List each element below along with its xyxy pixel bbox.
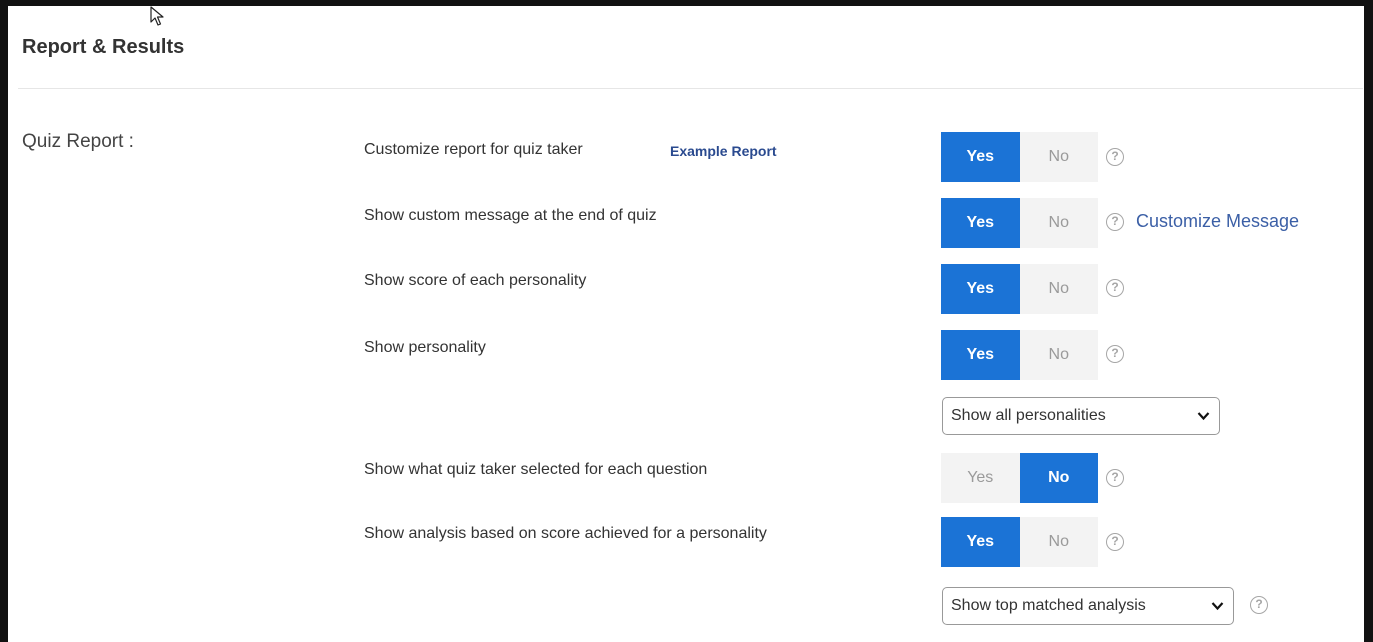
toggle-no-button[interactable]: No	[1019, 453, 1098, 503]
toggle-yes-button[interactable]: Yes	[941, 198, 1020, 248]
question-circle-icon[interactable]: ?	[1106, 469, 1124, 487]
setting-label-customize-report: Customize report for quiz taker	[364, 141, 583, 158]
customize-message-link[interactable]: Customize Message	[1136, 211, 1299, 232]
setting-label-score-each-personality: Show score of each personality	[364, 272, 587, 289]
section-title: Report & Results	[22, 36, 185, 58]
toggle-no-button[interactable]: No	[1019, 330, 1098, 380]
setting-label-show-personality: Show personality	[364, 339, 486, 356]
question-circle-icon[interactable]: ?	[1106, 148, 1124, 166]
select-value: Show top matched analysis	[951, 597, 1146, 614]
toggle-no-button[interactable]: No	[1019, 264, 1098, 314]
analysis-display-select[interactable]: Show top matched analysis	[942, 587, 1234, 625]
question-circle-icon[interactable]: ?	[1106, 345, 1124, 363]
chevron-down-icon	[1211, 602, 1224, 611]
window-frame	[0, 0, 1373, 642]
mouse-cursor-icon	[150, 6, 164, 26]
toggle-no-button[interactable]: No	[1019, 517, 1098, 567]
toggle-yes-button[interactable]: Yes	[941, 330, 1020, 380]
example-report-link[interactable]: Example Report	[670, 143, 777, 159]
setting-label-custom-message: Show custom message at the end of quiz	[364, 207, 657, 224]
quiz-report-label: Quiz Report :	[22, 131, 134, 152]
toggle-yes-button[interactable]: Yes	[941, 517, 1020, 567]
toggle-analysis-by-score[interactable]: Yes No	[941, 517, 1098, 567]
chevron-down-icon	[1197, 412, 1210, 421]
toggle-custom-message[interactable]: Yes No	[941, 198, 1098, 248]
toggle-no-button[interactable]: No	[1019, 132, 1098, 182]
toggle-yes-button[interactable]: Yes	[941, 132, 1020, 182]
toggle-quiz-taker-selections[interactable]: Yes No	[941, 453, 1098, 503]
question-circle-icon[interactable]: ?	[1250, 596, 1268, 614]
toggle-score-each-personality[interactable]: Yes No	[941, 264, 1098, 314]
question-circle-icon[interactable]: ?	[1106, 279, 1124, 297]
setting-label-analysis-by-score: Show analysis based on score achieved fo…	[364, 525, 767, 542]
question-circle-icon[interactable]: ?	[1106, 533, 1124, 551]
toggle-no-button[interactable]: No	[1019, 198, 1098, 248]
question-circle-icon[interactable]: ?	[1106, 213, 1124, 231]
section-divider	[18, 88, 1363, 89]
toggle-customize-report[interactable]: Yes No	[941, 132, 1098, 182]
setting-label-quiz-taker-selections: Show what quiz taker selected for each q…	[364, 461, 708, 478]
toggle-yes-button[interactable]: Yes	[941, 264, 1020, 314]
toggle-yes-button[interactable]: Yes	[941, 453, 1020, 503]
toggle-show-personality[interactable]: Yes No	[941, 330, 1098, 380]
select-value: Show all personalities	[951, 407, 1106, 424]
personality-display-select[interactable]: Show all personalities	[942, 397, 1220, 435]
